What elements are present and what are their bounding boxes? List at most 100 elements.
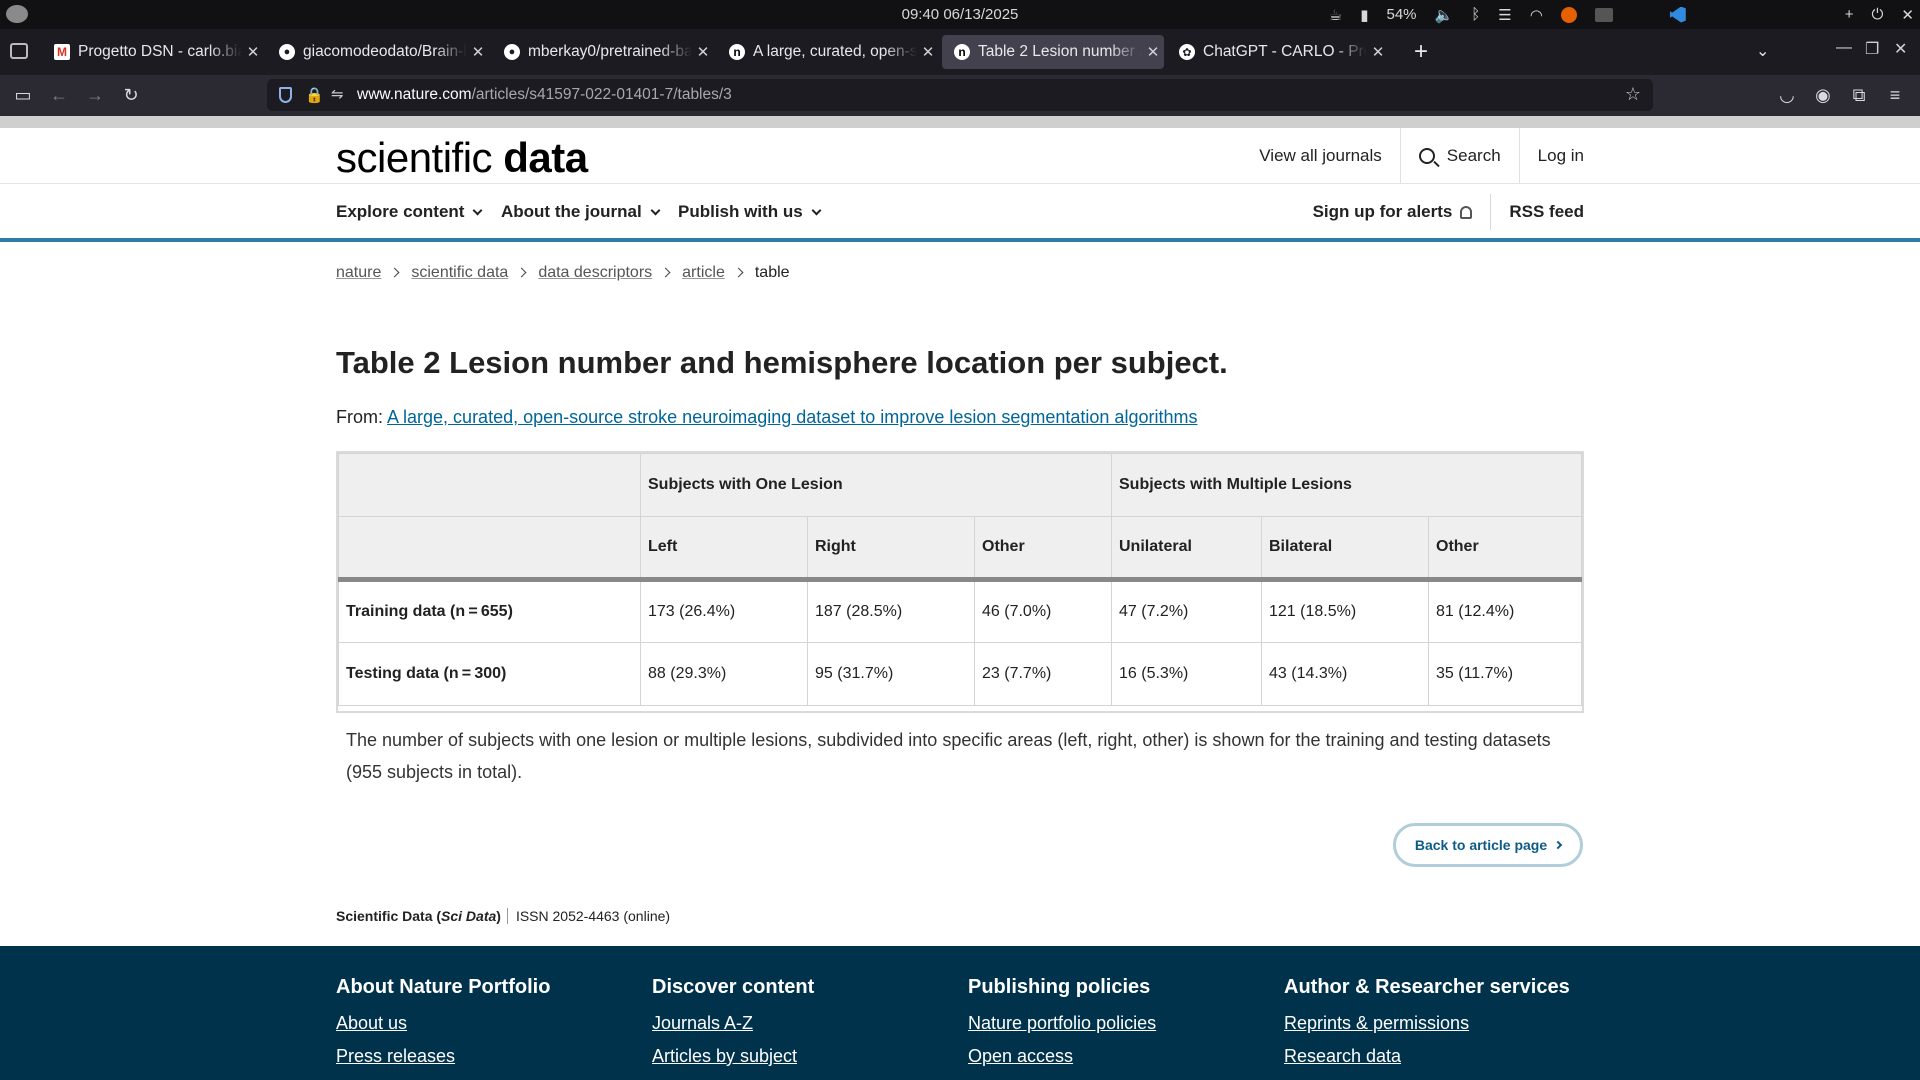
breadcrumb-data-descriptors[interactable]: data descriptors xyxy=(538,264,652,281)
tab-nature-table[interactable]: n Table 2 Lesion number a ✕ xyxy=(942,35,1164,69)
journal-logo[interactable]: scientific data xyxy=(336,134,588,182)
account-icon[interactable]: ◉ xyxy=(1812,85,1834,106)
footer-column-policies: Publishing policies Nature portfolio pol… xyxy=(968,976,1156,1079)
system-tray: ☕ ▮ 54% 🔈 ᛒ ☰ ◠ + ⏻ ✕ xyxy=(1320,0,1920,29)
breadcrumb-nature[interactable]: nature xyxy=(336,264,381,281)
login-link[interactable]: Log in xyxy=(1518,128,1584,184)
about-journal-menu[interactable]: About the journal xyxy=(501,202,661,222)
menu-icon[interactable]: ☰ xyxy=(1498,6,1511,24)
tab-nature-article[interactable]: n A large, curated, open-sc ✕ xyxy=(717,35,939,69)
minimize-icon[interactable]: — xyxy=(1836,39,1852,57)
chevron-down-icon[interactable]: ⌄ xyxy=(1756,41,1769,61)
tab-chatgpt[interactable]: ✿ ChatGPT - CARLO - Prog ✕ xyxy=(1167,35,1389,69)
issn-text: ISSN 2052-4463 (online) xyxy=(506,908,671,924)
vscode-icon[interactable] xyxy=(1669,6,1686,23)
tab-close-icon[interactable]: ✕ xyxy=(692,43,714,61)
back-to-article-button[interactable]: Back to article page xyxy=(1393,823,1583,867)
tab-close-icon[interactable]: ✕ xyxy=(1142,43,1164,61)
volume-icon[interactable]: 🔈 xyxy=(1435,6,1454,24)
footer-link-articles-by-subject[interactable]: Articles by subject xyxy=(652,1046,814,1067)
firefox-icon[interactable] xyxy=(1560,6,1577,23)
table-cell: 35 (11.7%) xyxy=(1428,642,1582,706)
breadcrumb-article[interactable]: article xyxy=(682,264,725,281)
sign-up-alerts-link[interactable]: Sign up for alerts xyxy=(1295,194,1491,230)
tab-list-icon[interactable] xyxy=(10,43,28,59)
new-tab-button[interactable]: + xyxy=(1404,35,1438,69)
tab-title: A large, curated, open-sc xyxy=(753,43,917,60)
forward-arrow-icon[interactable]: → xyxy=(84,85,106,106)
nature-icon: n xyxy=(954,44,970,60)
chevron-right-icon xyxy=(660,267,671,278)
terminal-icon[interactable] xyxy=(1594,7,1613,22)
footer-link-research-data[interactable]: Research data xyxy=(1284,1046,1570,1067)
table-cell: 16 (5.3%) xyxy=(1111,642,1262,706)
source-article-link[interactable]: A large, curated, open-source stroke neu… xyxy=(387,407,1197,427)
breadcrumb-scientific-data[interactable]: scientific data xyxy=(411,264,508,281)
tab-close-icon[interactable]: ✕ xyxy=(242,43,264,61)
battery-icon[interactable]: ▮ xyxy=(1360,6,1368,24)
row-header: Testing data (n = 300) xyxy=(338,642,641,706)
hamburger-menu-icon[interactable]: ≡ xyxy=(1884,85,1906,106)
footer-link-portfolio-policies[interactable]: Nature portfolio policies xyxy=(968,1013,1156,1034)
bluetooth-icon[interactable]: ᛒ xyxy=(1471,6,1480,23)
column-header: Other xyxy=(974,516,1112,582)
footer-heading: Author & Researcher services xyxy=(1284,976,1570,998)
back-arrow-icon[interactable]: ← xyxy=(48,85,70,106)
footer-link-about-us[interactable]: About us xyxy=(336,1013,550,1034)
restore-icon[interactable]: ❐ xyxy=(1865,39,1879,59)
url-bar[interactable]: 🔒 ⇋ www.nature.com/articles/s41597-022-0… xyxy=(267,79,1653,111)
tracking-protection-icon[interactable] xyxy=(279,87,292,103)
chevron-down-icon xyxy=(650,205,661,216)
sidebar-toggle-icon[interactable]: ▭ xyxy=(12,85,34,106)
battery-percent[interactable]: 54% xyxy=(1387,6,1417,23)
rss-feed-link[interactable]: RSS feed xyxy=(1490,194,1584,230)
search-button[interactable]: Search xyxy=(1399,128,1519,184)
tab-github-brain[interactable]: ● giacomodeodato/Brain-l ✕ xyxy=(267,35,489,69)
tab-title: ChatGPT - CARLO - Prog xyxy=(1203,43,1367,60)
table-corner-cell xyxy=(338,453,641,517)
github-icon: ● xyxy=(279,44,295,60)
extensions-icon[interactable]: ⧉ xyxy=(1848,85,1870,106)
reload-icon[interactable]: ↻ xyxy=(120,85,142,106)
lock-icon[interactable]: 🔒 xyxy=(305,86,324,104)
url-text[interactable]: www.nature.com/articles/s41597-022-01401… xyxy=(357,86,732,104)
column-header: Other xyxy=(1428,516,1582,582)
publish-with-us-menu[interactable]: Publish with us xyxy=(678,202,822,222)
coffee-icon[interactable]: ☕ xyxy=(1329,6,1342,24)
table-cell: 46 (7.0%) xyxy=(974,579,1112,643)
tab-close-icon[interactable]: ✕ xyxy=(467,43,489,61)
footer-link-press-releases[interactable]: Press releases xyxy=(336,1046,550,1067)
table-cell: 121 (18.5%) xyxy=(1261,579,1429,643)
permissions-icon[interactable]: ⇋ xyxy=(331,85,344,103)
pocket-icon[interactable]: ◡ xyxy=(1776,85,1798,106)
table-cell: 95 (31.7%) xyxy=(807,642,975,706)
explore-content-menu[interactable]: Explore content xyxy=(336,202,483,222)
footer-link-open-access[interactable]: Open access xyxy=(968,1046,1156,1067)
wifi-icon[interactable]: ◠ xyxy=(1530,6,1543,24)
table-cell: 81 (12.4%) xyxy=(1428,579,1582,643)
view-all-journals-link[interactable]: View all journals xyxy=(1241,128,1400,184)
search-label: Search xyxy=(1446,146,1501,165)
tab-gmail[interactable]: M Progetto DSN - carlo.bia ✕ xyxy=(42,35,264,69)
tab-github-pretrained[interactable]: ● mberkay0/pretrained-ba ✕ xyxy=(492,35,714,69)
tab-title: mberkay0/pretrained-ba xyxy=(528,43,692,60)
footer-heading: Publishing policies xyxy=(968,976,1151,998)
footer-link-reprints[interactable]: Reprints & permissions xyxy=(1284,1013,1570,1034)
tab-close-icon[interactable]: ✕ xyxy=(917,43,939,61)
journal-issn-line: Scientific Data (Sci Data) ISSN 2052-4463… xyxy=(336,908,671,924)
power-icon[interactable]: ⏻ xyxy=(1872,6,1884,23)
column-header: Unilateral xyxy=(1111,516,1262,582)
close-window-icon[interactable]: ✕ xyxy=(1894,39,1907,59)
table-cell: 43 (14.3%) xyxy=(1261,642,1429,706)
close-session-icon[interactable]: ✕ xyxy=(1901,6,1914,24)
chevron-right-icon xyxy=(733,267,744,278)
add-workspace-icon[interactable]: + xyxy=(1845,6,1854,23)
header-actions: View all journals Search Log in xyxy=(1241,128,1584,184)
footer-link-journals-az[interactable]: Journals A-Z xyxy=(652,1013,814,1034)
table-caption: The number of subjects with one lesion o… xyxy=(346,730,1551,782)
tab-close-icon[interactable]: ✕ xyxy=(1367,43,1389,61)
bookmark-star-icon[interactable]: ☆ xyxy=(1625,84,1641,105)
column-header: Right xyxy=(807,516,975,582)
tab-title: Progetto DSN - carlo.bia xyxy=(78,43,242,60)
data-table-container: Subjects with One Lesion Subjects with M… xyxy=(336,451,1584,713)
